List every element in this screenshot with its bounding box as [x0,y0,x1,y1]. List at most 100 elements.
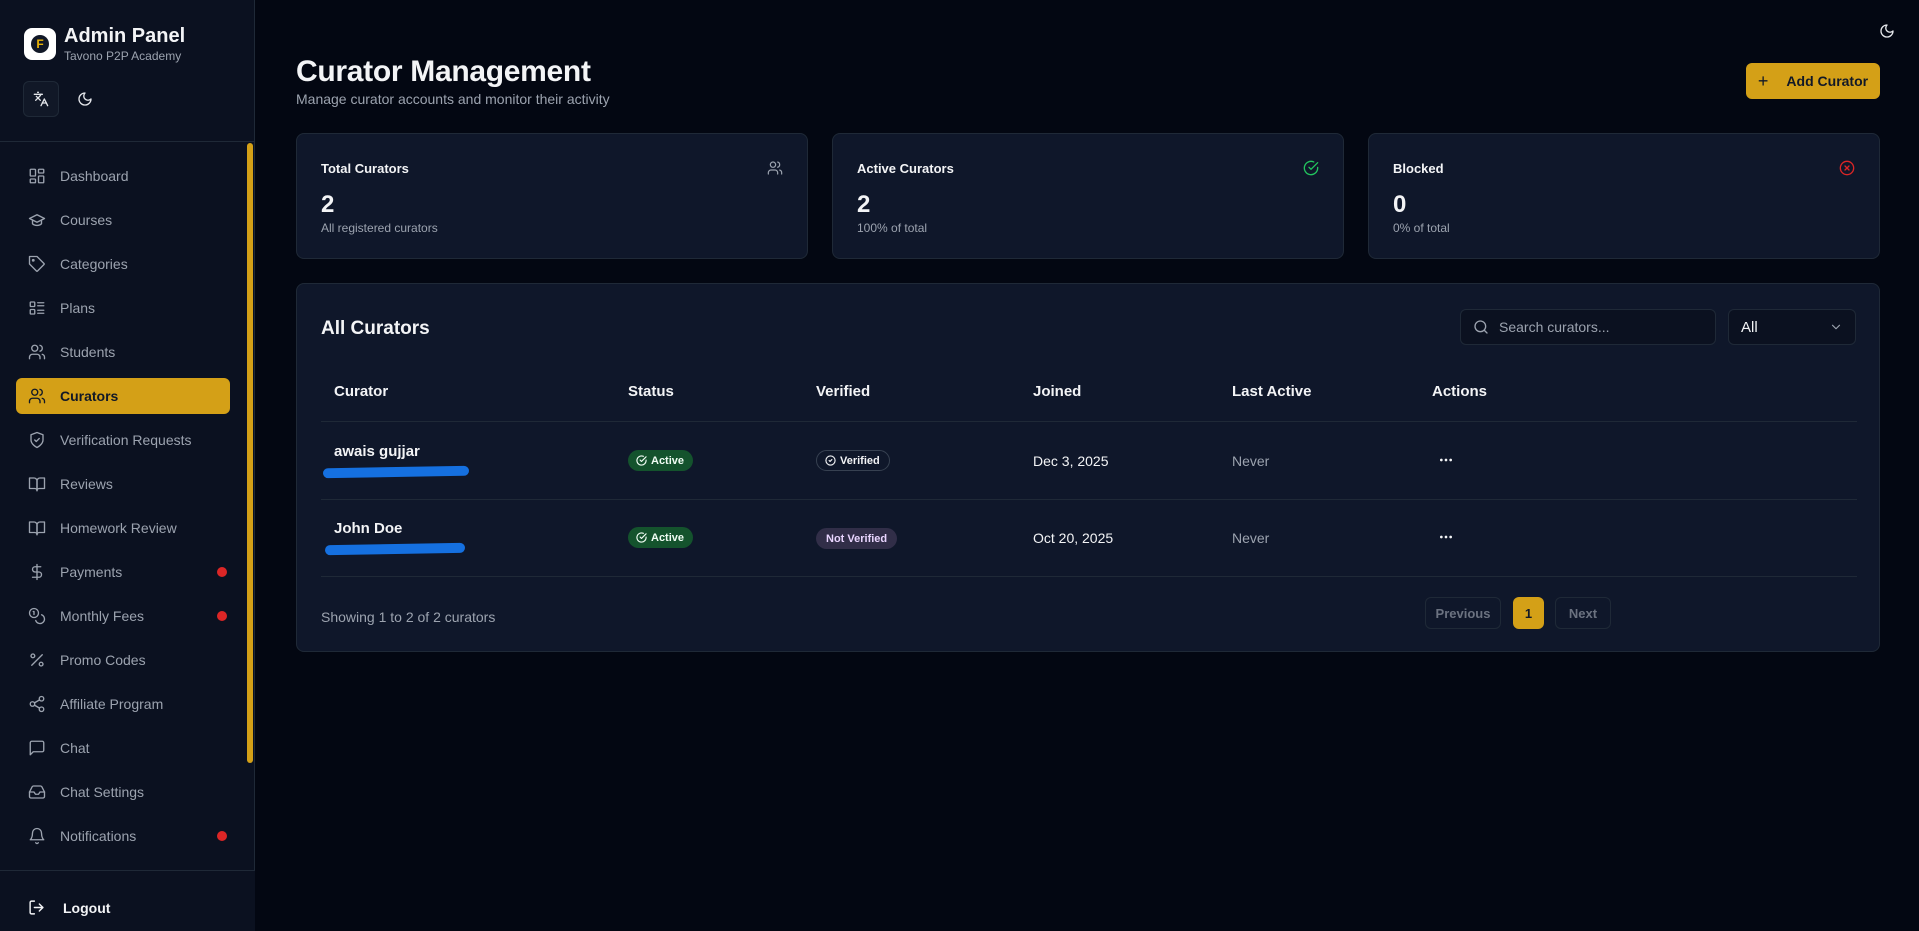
column-header-verified: Verified [816,383,871,400]
stat-card-total-curators: Total Curators 2 All registered curators [296,133,808,259]
stat-card-blocked: Blocked 0 0% of total [1368,133,1880,259]
table-row[interactable]: John Doe Active Not Verified Oct 20, 202… [321,500,1857,577]
book-open-icon [28,477,46,492]
stat-note: 100% of total [857,221,928,235]
sidebar-item-notifications[interactable]: Notifications [16,818,230,854]
list-icon [29,301,45,315]
theme-toggle-button[interactable] [67,81,103,117]
sidebar-item-label: Verification Requests [60,432,192,448]
stat-label: Total Curators [321,161,409,176]
moon-icon [78,92,92,106]
check-circle-icon [636,455,647,466]
logout-area: Logout [0,870,255,931]
row-actions-button[interactable] [1434,527,1458,547]
sidebar-item-label: Notifications [60,828,137,844]
search-input[interactable] [1499,319,1699,335]
notification-dot [217,567,227,577]
sidebar-item-plans[interactable]: Plans [16,290,230,326]
sidebar-item-label: Payments [60,564,123,580]
sidebar-item-payments[interactable]: Payments [16,554,230,590]
joined-date: Dec 3, 2025 [1033,453,1109,469]
check-circle-icon [636,532,647,543]
search-box[interactable] [1460,309,1716,345]
sidebar-item-categories[interactable]: Categories [16,246,230,282]
filter-value: All [1741,318,1758,336]
graduation-cap-icon [28,214,46,227]
sidebar-item-label: Categories [60,256,128,272]
redacted-email [322,465,470,479]
next-page-button[interactable]: Next [1555,597,1611,629]
page-subtitle: Manage curator accounts and monitor thei… [296,91,610,107]
sidebar-item-chat-settings[interactable]: Chat Settings [16,774,230,810]
pagination-summary: Showing 1 to 2 of 2 curators [321,609,496,625]
sidebar-item-label: Plans [60,300,96,316]
column-header-status: Status [628,383,674,400]
add-curator-button[interactable]: + Add Curator [1746,63,1880,99]
page-title: Curator Management [296,55,591,88]
sidebar-item-label: Dashboard [60,168,129,184]
book-open-icon [28,521,46,536]
column-header-joined: Joined [1033,383,1082,400]
sidebar-item-label: Courses [60,212,113,228]
curator-name: awais gujjar [334,443,420,460]
sidebar-item-verification-requests[interactable]: Verification Requests [16,422,230,458]
sidebar-item-curators[interactable]: Curators [16,378,230,414]
table-title: All Curators [321,318,430,339]
status-badge: Active [628,527,694,548]
sidebar: F Admin Panel Tavono P2P Academy Dashboa… [0,0,255,931]
verified-label: Verified [840,454,880,467]
sidebar-item-students[interactable]: Students [16,334,230,370]
notification-dot [217,611,227,621]
users-icon [28,388,46,404]
more-horizontal-icon [1440,535,1452,539]
sidebar-scrollbar[interactable] [247,143,253,763]
sidebar-item-label: Chat [60,740,90,756]
sidebar-item-label: Affiliate Program [60,696,164,712]
status-label: Active [651,531,685,544]
logout-button[interactable]: Logout [28,899,110,916]
search-icon [1474,320,1488,334]
status-filter-select[interactable]: All [1728,309,1856,345]
stat-label: Blocked [1393,161,1444,176]
dollar-icon [31,563,43,581]
dashboard-icon [29,168,45,184]
row-actions-button[interactable] [1434,450,1458,470]
language-toggle-button[interactable] [23,81,59,117]
stat-value: 0 [1393,191,1407,218]
sidebar-divider [0,141,255,142]
previous-page-button[interactable]: Previous [1425,597,1501,629]
stat-value: 2 [857,191,871,218]
tag-icon [28,255,45,272]
sidebar-item-dashboard[interactable]: Dashboard [16,158,230,194]
sidebar-item-courses[interactable]: Courses [16,202,230,238]
sidebar-item-homework-review[interactable]: Homework Review [16,510,230,546]
sidebar-item-reviews[interactable]: Reviews [16,466,230,502]
table-row[interactable]: awais gujjar Active Verified Dec 3, 2025… [321,423,1857,500]
not-verified-badge: Not Verified [816,528,898,549]
brand-logo-letter: F [31,35,49,53]
sidebar-item-label: Monthly Fees [60,608,145,624]
sidebar-item-promo-codes[interactable]: Promo Codes [16,642,230,678]
inbox-icon [28,785,46,799]
status-label: Active [651,454,685,467]
plus-icon: + [1757,70,1769,91]
bell-icon [29,827,45,845]
sidebar-item-chat[interactable]: Chat [16,730,230,766]
sidebar-item-label: Students [60,344,116,360]
sidebar-item-monthly-fees[interactable]: Monthly Fees [16,598,230,634]
brand[interactable]: F Admin Panel Tavono P2P Academy [24,25,185,63]
theme-toggle-moon-icon[interactable] [1879,23,1895,39]
percent-icon [30,653,44,667]
sidebar-item-label: Homework Review [60,520,177,536]
status-badge: Active [628,450,694,471]
shield-check-icon [30,431,44,449]
logout-icon [29,900,44,915]
stat-card-active-curators: Active Curators 2 100% of total [832,133,1344,259]
sidebar-item-label: Promo Codes [60,652,146,668]
logout-label: Logout [63,899,111,916]
page-1-button[interactable]: 1 [1513,597,1544,629]
x-circle-icon [1839,160,1855,176]
last-active: Never [1232,453,1270,469]
sidebar-item-affiliate-program[interactable]: Affiliate Program [16,686,230,722]
check-circle-icon [1303,160,1319,176]
